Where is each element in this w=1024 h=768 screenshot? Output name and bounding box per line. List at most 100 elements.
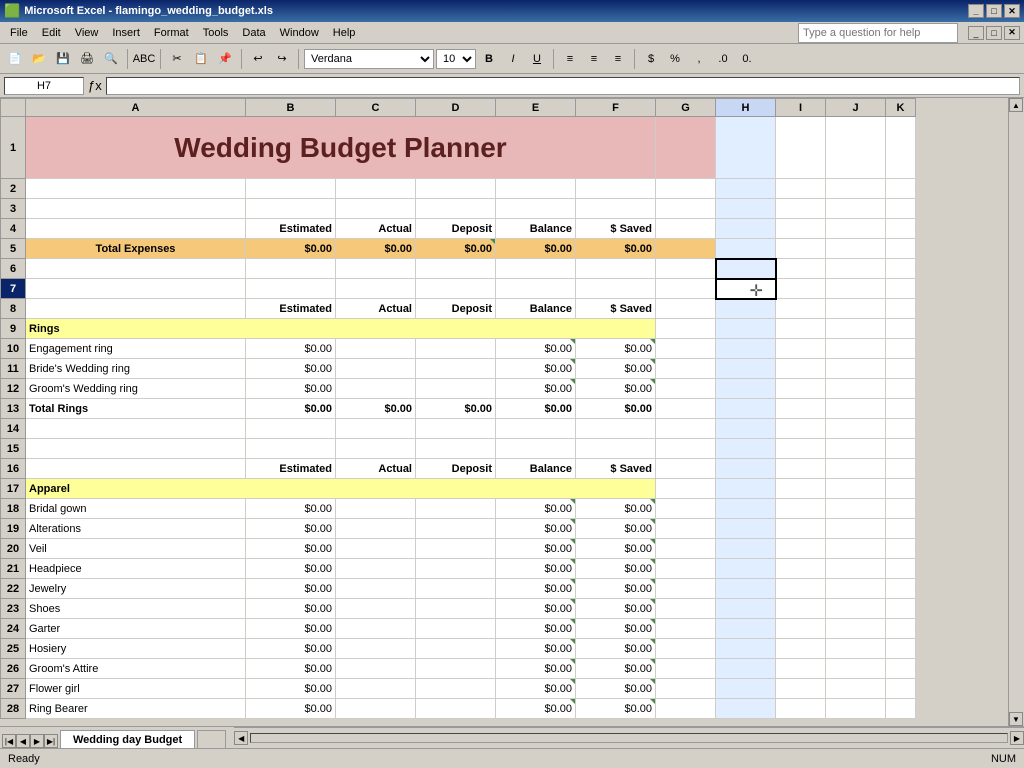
cell-H28[interactable] — [716, 699, 776, 719]
cell-I21[interactable] — [776, 559, 826, 579]
col-header-E[interactable]: E — [496, 99, 576, 117]
cell-G11[interactable] — [656, 359, 716, 379]
cell-G28[interactable] — [656, 699, 716, 719]
cell-A12[interactable]: Groom's Wedding ring — [26, 379, 246, 399]
cell-B24[interactable]: $0.00 — [246, 619, 336, 639]
cell-C28[interactable] — [336, 699, 416, 719]
cell-D3[interactable] — [416, 199, 496, 219]
row-header-22[interactable]: 22 — [1, 579, 26, 599]
align-left-button[interactable]: ≡ — [559, 48, 581, 70]
cell-A11[interactable]: Bride's Wedding ring — [26, 359, 246, 379]
cell-B6[interactable] — [246, 259, 336, 279]
cell-B14[interactable] — [246, 419, 336, 439]
row-header-8[interactable]: 8 — [1, 299, 26, 319]
scroll-up-button[interactable]: ▲ — [1009, 98, 1023, 112]
cell-E3[interactable] — [496, 199, 576, 219]
cell-H16[interactable] — [716, 459, 776, 479]
cell-J11[interactable] — [826, 359, 886, 379]
cell-J15[interactable] — [826, 439, 886, 459]
row-header-23[interactable]: 23 — [1, 599, 26, 619]
cell-F28[interactable]: $0.00 — [576, 699, 656, 719]
cell-A14[interactable] — [26, 419, 246, 439]
menu-help[interactable]: Help — [327, 23, 362, 43]
cell-G17[interactable] — [656, 479, 716, 499]
cell-I28[interactable] — [776, 699, 826, 719]
cell-G19[interactable] — [656, 519, 716, 539]
decrease-decimal-button[interactable]: 0. — [736, 48, 758, 70]
cell-E12[interactable]: $0.00 — [496, 379, 576, 399]
cell-H24[interactable] — [716, 619, 776, 639]
cell-I7[interactable] — [776, 279, 826, 299]
cell-J2[interactable] — [826, 179, 886, 199]
cell-F14[interactable] — [576, 419, 656, 439]
cell-C4[interactable]: Actual — [336, 219, 416, 239]
cell-B11[interactable]: $0.00 — [246, 359, 336, 379]
save-button[interactable]: 💾 — [52, 48, 74, 70]
cell-K3[interactable] — [886, 199, 916, 219]
cell-H25[interactable] — [716, 639, 776, 659]
cell-E6[interactable] — [496, 259, 576, 279]
comma-button[interactable]: , — [688, 48, 710, 70]
undo-button[interactable]: ↩ — [247, 48, 269, 70]
cell-F20[interactable]: $0.00 — [576, 539, 656, 559]
menu-edit[interactable]: Edit — [36, 23, 67, 43]
help-window-minimize[interactable]: _ — [968, 26, 984, 40]
cell-I5[interactable] — [776, 239, 826, 259]
cell-J9[interactable] — [826, 319, 886, 339]
cell-I8[interactable] — [776, 299, 826, 319]
col-header-H[interactable]: H — [716, 99, 776, 117]
cell-D2[interactable] — [416, 179, 496, 199]
cell-C11[interactable] — [336, 359, 416, 379]
cell-D24[interactable] — [416, 619, 496, 639]
cell-G22[interactable] — [656, 579, 716, 599]
cell-K11[interactable] — [886, 359, 916, 379]
menu-format[interactable]: Format — [148, 23, 195, 43]
col-header-D[interactable]: D — [416, 99, 496, 117]
cell-E16[interactable]: Balance — [496, 459, 576, 479]
tab-next-button[interactable]: ▶ — [30, 734, 44, 748]
cell-H8[interactable] — [716, 299, 776, 319]
row-header-24[interactable]: 24 — [1, 619, 26, 639]
cell-G24[interactable] — [656, 619, 716, 639]
cell-J6[interactable] — [826, 259, 886, 279]
row-header-2[interactable]: 2 — [1, 179, 26, 199]
cell-I2[interactable] — [776, 179, 826, 199]
cell-K17[interactable] — [886, 479, 916, 499]
cell-D12[interactable] — [416, 379, 496, 399]
cell-E19[interactable]: $0.00 — [496, 519, 576, 539]
horizontal-scrollbar[interactable]: ◀ ▶ — [234, 727, 1024, 748]
cell-K22[interactable] — [886, 579, 916, 599]
menu-data[interactable]: Data — [236, 23, 271, 43]
cell-C23[interactable] — [336, 599, 416, 619]
cell-F23[interactable]: $0.00 — [576, 599, 656, 619]
cell-D11[interactable] — [416, 359, 496, 379]
cell-K5[interactable] — [886, 239, 916, 259]
cell-F10[interactable]: $0.00 — [576, 339, 656, 359]
cell-I14[interactable] — [776, 419, 826, 439]
cell-F13[interactable]: $0.00 — [576, 399, 656, 419]
cell-J10[interactable] — [826, 339, 886, 359]
cell-C22[interactable] — [336, 579, 416, 599]
cell-K2[interactable] — [886, 179, 916, 199]
cell-J4[interactable] — [826, 219, 886, 239]
tab-first-button[interactable]: |◀ — [2, 734, 16, 748]
cell-B13[interactable]: $0.00 — [246, 399, 336, 419]
cell-J26[interactable] — [826, 659, 886, 679]
cell-I17[interactable] — [776, 479, 826, 499]
cell-B21[interactable]: $0.00 — [246, 559, 336, 579]
cell-G8[interactable] — [656, 299, 716, 319]
cell-B23[interactable]: $0.00 — [246, 599, 336, 619]
cell-J7[interactable] — [826, 279, 886, 299]
cell-K13[interactable] — [886, 399, 916, 419]
cell-K27[interactable] — [886, 679, 916, 699]
cell-I24[interactable] — [776, 619, 826, 639]
scroll-down-button[interactable]: ▼ — [1009, 712, 1023, 726]
menu-tools[interactable]: Tools — [197, 23, 235, 43]
cell-C25[interactable] — [336, 639, 416, 659]
cell-J27[interactable] — [826, 679, 886, 699]
col-header-F[interactable]: F — [576, 99, 656, 117]
cell-D25[interactable] — [416, 639, 496, 659]
cell-J22[interactable] — [826, 579, 886, 599]
print-preview-button[interactable]: 🔍 — [100, 48, 122, 70]
cell-K9[interactable] — [886, 319, 916, 339]
